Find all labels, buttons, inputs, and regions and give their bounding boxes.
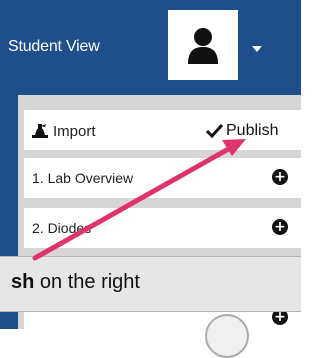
- callout-rest: on the right: [34, 271, 140, 293]
- help-circle-button[interactable]: [205, 314, 249, 358]
- import-label: Import: [53, 122, 96, 140]
- stamp-icon: [32, 124, 48, 138]
- checkmark-icon: [206, 124, 223, 138]
- toolbar: Import Publish: [24, 110, 301, 150]
- callout-emphasis: sh: [11, 271, 35, 293]
- list-item-label: 1. Lab Overview: [32, 170, 134, 186]
- plus-circle-icon[interactable]: +: [272, 169, 288, 185]
- list-item[interactable]: 1. Lab Overview +: [24, 158, 301, 198]
- list-item[interactable]: 2. Diodes +: [24, 208, 301, 248]
- caret-down-icon[interactable]: [252, 46, 262, 52]
- user-silhouette-icon: [188, 28, 218, 64]
- callout-text: sh on the right: [11, 271, 140, 294]
- list-item-label: 2. Diodes: [32, 220, 92, 236]
- tooltip-callout: sh on the right: [0, 256, 301, 312]
- publish-button[interactable]: Publish: [206, 121, 278, 141]
- page-title: Student View: [8, 38, 100, 55]
- plus-circle-icon[interactable]: +: [272, 219, 288, 235]
- avatar-button[interactable]: [168, 10, 238, 80]
- top-header: Student View: [0, 0, 301, 95]
- publish-label: Publish: [226, 122, 279, 139]
- import-button[interactable]: Import: [32, 121, 96, 141]
